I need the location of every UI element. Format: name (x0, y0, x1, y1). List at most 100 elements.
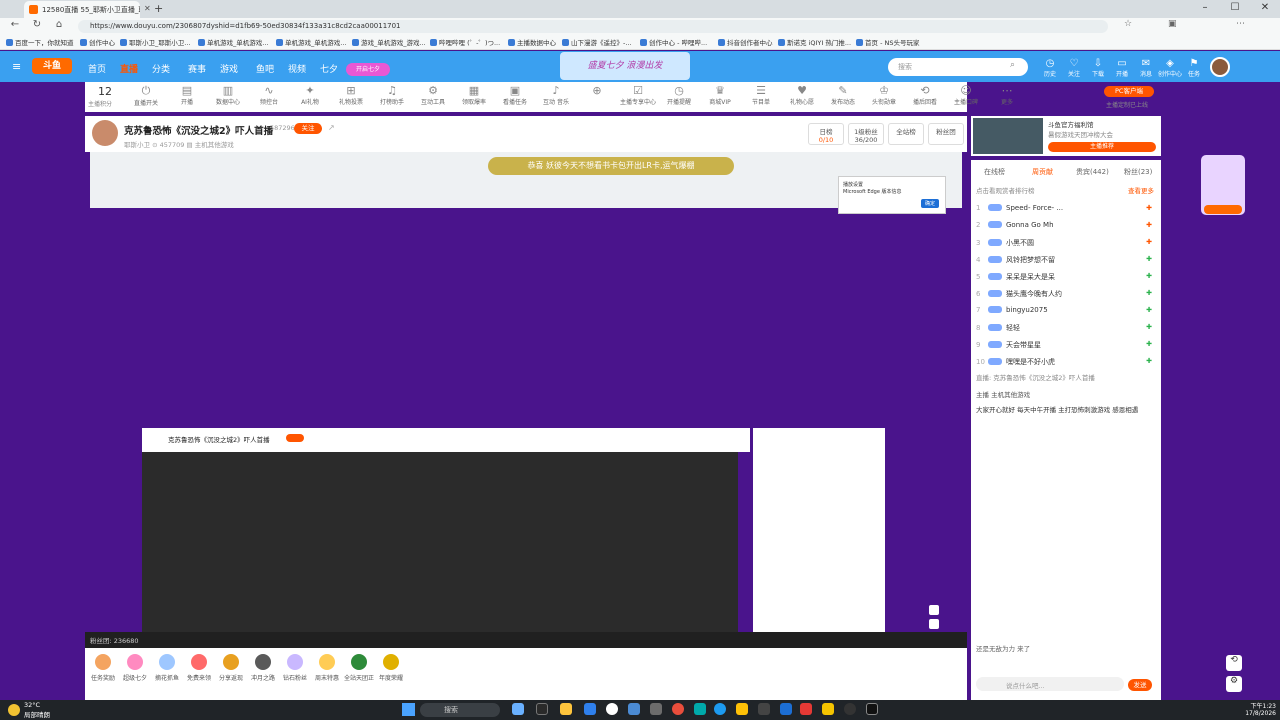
weather-widget[interactable]: 32°C 局部晴朗 (24, 701, 50, 719)
bookmark-item[interactable]: 创作中心 - 哔哩哔... (640, 37, 707, 47)
rank-row[interactable]: 8 轻轻 ✚ (976, 323, 1156, 340)
tool-item[interactable]: ♥ 礼物心愿 (782, 84, 822, 106)
fan-club-box[interactable]: 粉丝团 (928, 123, 964, 145)
tool-item[interactable]: ☺ 主播口碑 (946, 84, 986, 106)
tool-item[interactable]: ♔ 头衔勋章 (864, 84, 904, 106)
gift-item[interactable]: 摘花抓鱼 (150, 654, 184, 682)
chrome-icon[interactable] (672, 703, 684, 715)
back-icon[interactable]: ← (8, 19, 22, 30)
gift-item[interactable]: 免费来领 (182, 654, 216, 682)
home-icon[interactable]: ⌂ (52, 19, 66, 30)
ad-image[interactable] (973, 118, 1043, 154)
gift-item[interactable]: 周末特惠 (310, 654, 344, 682)
menu-icon[interactable]: ⋯ (1236, 19, 1245, 29)
player-settings-icon[interactable] (929, 619, 939, 629)
taskbar-app-icon[interactable] (650, 703, 662, 715)
browser-tab[interactable]: 12580直播 55_耶斯小卫直播_耶斯 (24, 1, 140, 18)
site-rank-box[interactable]: 全站榜 (888, 123, 924, 145)
tool-item[interactable]: ▦ 领取爆率 (454, 84, 494, 106)
rank-row[interactable]: 3 小黑不圆 ✚ (976, 238, 1156, 255)
search-input[interactable]: 搜索 (888, 58, 1028, 76)
follow-list-button[interactable]: ♡ 关注 (1062, 58, 1086, 78)
tool-item[interactable]: ✦ AI礼物 (290, 84, 330, 106)
taskbar-clock[interactable]: 下午1:23 17/8/2026 (1240, 701, 1276, 717)
taskbar-app-icon[interactable] (758, 703, 770, 715)
pc-client-button[interactable]: PC客户端 (1104, 86, 1154, 97)
nav-category[interactable]: 分类 (152, 62, 170, 75)
qixi-badge[interactable]: 开启七夕 (346, 63, 390, 76)
nav-games[interactable]: 游戏 (220, 62, 238, 75)
tab-vip[interactable]: 贵宾(442) (1076, 167, 1109, 177)
new-tab-icon[interactable]: + (154, 2, 163, 15)
taskbar-app-icon[interactable] (822, 703, 834, 715)
nav-qixi[interactable]: 七夕 (320, 62, 338, 75)
taskbar-app-icon[interactable] (866, 703, 878, 715)
tool-item[interactable]: ♫ 打榜助手 (372, 84, 412, 106)
tasks-button[interactable]: ⚑ 任务 (1182, 58, 1206, 78)
mail-icon[interactable] (628, 703, 640, 715)
chat-input[interactable]: 说点什么吧... (976, 677, 1124, 691)
rank-row[interactable]: 6 猫头鹰今晚有人约 ✚ (976, 289, 1156, 306)
bookmark-item[interactable]: 单机游戏_单机游戏... (276, 37, 346, 47)
fan-level-box[interactable]: 1级粉丝 36/200 (848, 123, 884, 145)
rank-row[interactable]: 9 天会带星星 ✚ (976, 340, 1156, 357)
gift-item[interactable]: 钻石粉丝 (278, 654, 312, 682)
gift-item[interactable]: 全站天团正 (342, 654, 376, 682)
download-button[interactable]: ⇩ 下载 (1086, 58, 1110, 78)
start-stream-button[interactable]: ▭ 开播 (1110, 58, 1134, 78)
rank-row[interactable]: 5 呆呆是呆大是呆 ✚ (976, 272, 1156, 289)
tool-item[interactable]: ⚙ 互动工具 (413, 84, 453, 106)
share-icon[interactable]: ↗ (328, 123, 335, 132)
taskbar-search[interactable]: 搜索 (420, 703, 500, 717)
gift-item[interactable]: 超级七夕 (118, 654, 152, 682)
tool-item[interactable]: ∿ 频控台 (249, 84, 289, 106)
tool-item[interactable]: ⟲ 播后回看 (905, 84, 945, 106)
bookmark-item[interactable]: 百度一下，你就知道 (6, 37, 74, 47)
tool-item[interactable]: ☰ 节目单 (741, 84, 781, 106)
tool-item[interactable]: ⊞ 礼物投票 (331, 84, 371, 106)
url-bar[interactable]: https://www.douyu.com/2306807dyshid=d1fb… (78, 20, 1108, 33)
follow-button[interactable]: 关注 (294, 123, 322, 134)
tab-close-icon[interactable]: ✕ (144, 4, 151, 13)
gift-item[interactable]: 年度荣耀 (374, 654, 408, 682)
taskbar-app-icon[interactable] (844, 703, 856, 715)
youdao-icon[interactable] (800, 703, 812, 715)
nav-video[interactable]: 视频 (288, 62, 306, 75)
gift-item[interactable]: 冲月之路 (246, 654, 280, 682)
tool-item[interactable]: ⊕ (577, 84, 617, 97)
bookmark-item[interactable]: 抖音创作者中心 (718, 37, 773, 47)
edge-icon[interactable] (714, 703, 726, 715)
tab-weekly[interactable]: 周贡献 (1032, 167, 1053, 177)
maximize-icon[interactable]: ☐ (1220, 2, 1250, 13)
favorite-icon[interactable]: ☆ (1124, 19, 1132, 29)
obs-icon[interactable] (606, 703, 618, 715)
bookmark-item[interactable]: 创作中心 (80, 37, 115, 47)
hamburger-icon[interactable]: ≡ (12, 60, 21, 73)
messages-button[interactable]: ✉ 消息 (1134, 58, 1158, 78)
daily-rank-box[interactable]: 日榜 0/10 (808, 123, 844, 145)
bookmark-item[interactable]: 山下漫游《遥控》-... (562, 37, 632, 47)
nav-live[interactable]: 直播 (120, 62, 138, 75)
bookmark-item[interactable]: 耶斯小卫_耶斯小卫... (120, 37, 190, 47)
nav-esports[interactable]: 赛事 (188, 62, 206, 75)
bookmark-item[interactable]: 主播数据中心 (508, 37, 556, 47)
bookmark-item[interactable]: 斯诺克 iQIYI 热门推... (778, 37, 851, 47)
refresh-icon[interactable]: ↻ (30, 19, 44, 30)
collections-icon[interactable]: ▣ (1168, 19, 1177, 29)
tab-online[interactable]: 在线榜 (984, 167, 1005, 177)
tool-item[interactable]: ⏻ 直播开关 (126, 84, 166, 107)
rank-row[interactable]: 4 风铃把梦想不留 ✚ (976, 255, 1156, 272)
minimize-icon[interactable]: – (1190, 2, 1220, 13)
search-icon[interactable]: ⌕ (1010, 60, 1015, 70)
taskbar-app-icon[interactable] (512, 703, 524, 715)
douyu-logo[interactable]: 斗鱼 (32, 58, 72, 74)
explorer-icon[interactable] (560, 703, 572, 715)
tool-item[interactable]: ♪ 互动 音乐 (536, 84, 576, 106)
side-settings-icon[interactable]: ⚙ (1226, 676, 1242, 692)
bookmark-item[interactable]: 首页 - NS头号玩家 (856, 37, 919, 47)
history-button[interactable]: ◷ 历史 (1038, 58, 1062, 78)
tool-item[interactable]: ♛ 商城VIP (700, 84, 740, 106)
player-ctrl-icon[interactable] (929, 605, 939, 615)
taskview-icon[interactable] (536, 703, 548, 715)
tool-item[interactable]: ▥ 数据中心 (208, 84, 248, 106)
